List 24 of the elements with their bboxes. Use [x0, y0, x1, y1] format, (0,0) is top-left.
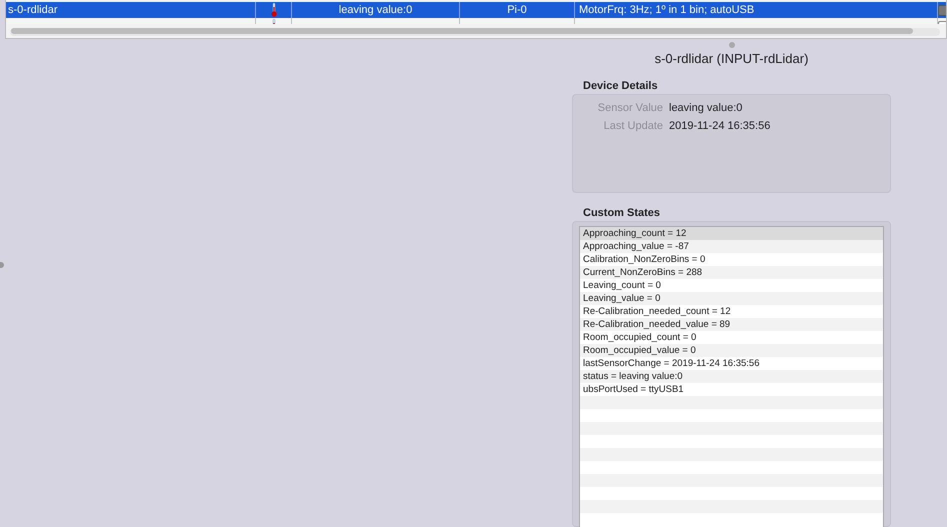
- table-row[interactable]: s-0-rdlidar leaving value:0 Pi-0 MotorFrq: 3Hz; 1º in 1 bin; autoUSB: [6, 2, 946, 18]
- checkbox[interactable]: [938, 4, 946, 16]
- split-handle[interactable]: [0, 262, 4, 268]
- device-title: s-0-rdlidar (INPUT-rdLidar): [654, 50, 810, 66]
- field-value: leaving value:0: [669, 102, 742, 114]
- state-item[interactable]: status = leaving value:0: [580, 370, 883, 383]
- state-item[interactable]: Room_occupied_value = 0: [580, 344, 883, 357]
- thermometer-icon: [270, 3, 276, 17]
- split-handle[interactable]: [728, 42, 734, 48]
- section-heading: Device Details: [583, 80, 659, 92]
- field-value: 2019-11-24 16:35:56: [669, 120, 770, 132]
- state-item[interactable]: Re-Calibration_needed_value = 89: [580, 318, 883, 331]
- sensor-value: leaving value:0: [338, 4, 412, 16]
- section-heading: Custom States: [583, 207, 662, 219]
- state-item[interactable]: Approaching_count = 12: [580, 227, 883, 240]
- device-description: MotorFrq: 3Hz; 1º in 1 bin; autoUSB: [579, 4, 754, 16]
- host-name: Pi-0: [507, 4, 527, 16]
- state-item[interactable]: Leaving_value = 0: [580, 292, 883, 305]
- device-name: s-0-rdlidar: [8, 4, 58, 16]
- field-label: Last Update: [602, 120, 664, 132]
- state-item[interactable]: Approaching_value = -87: [580, 240, 883, 253]
- state-item[interactable]: Current_NonZeroBins = 288: [580, 266, 883, 279]
- field-label: Sensor Value: [596, 102, 664, 114]
- scrollbar-thumb[interactable]: [11, 28, 914, 34]
